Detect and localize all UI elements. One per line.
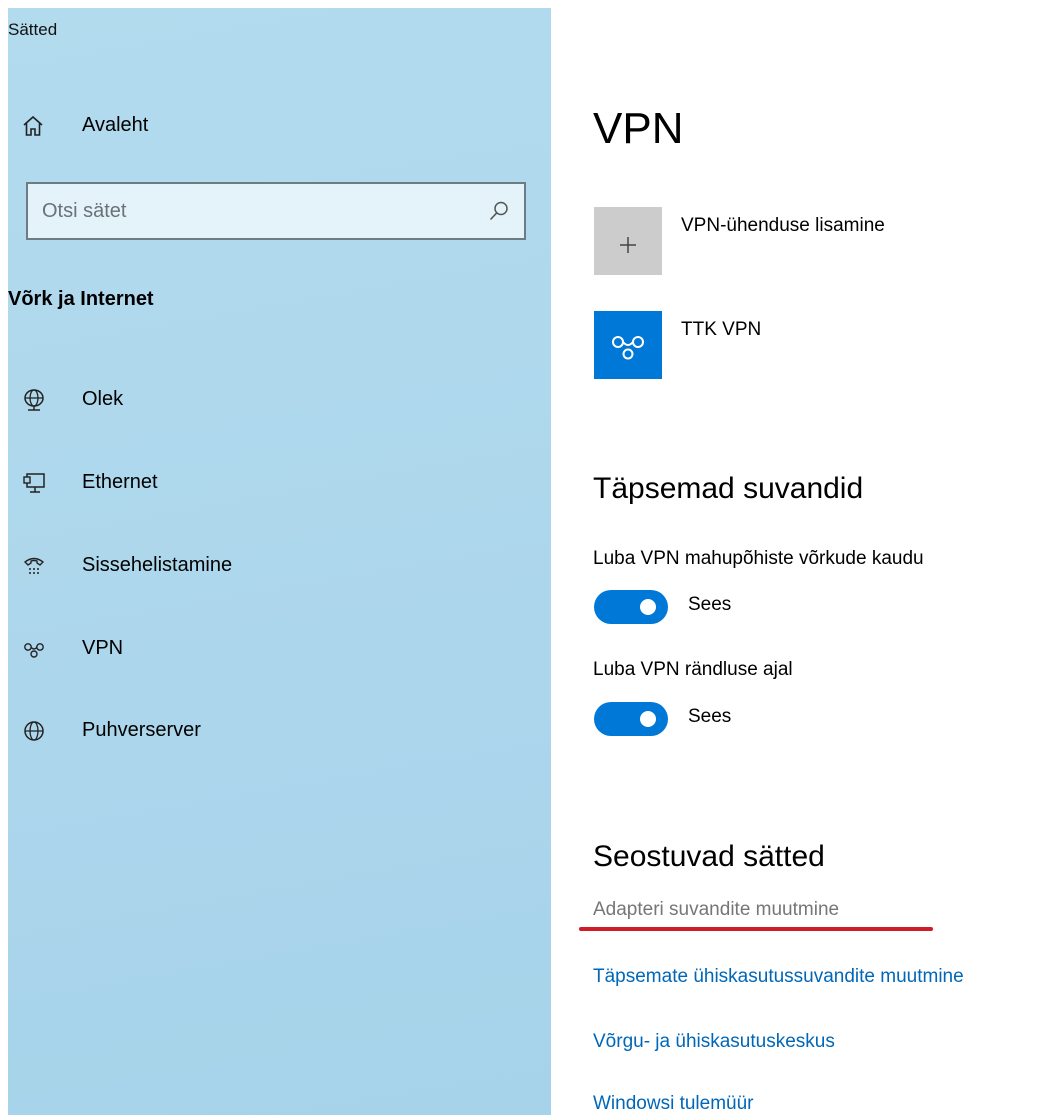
- app-title: Sätted: [8, 20, 58, 39]
- sidebar-item-ethernet[interactable]: Ethernet: [8, 461, 551, 505]
- toggle-switch[interactable]: [594, 590, 668, 624]
- sidebar-item-olek[interactable]: Olek: [8, 378, 551, 422]
- plus-icon: [620, 237, 636, 253]
- ethernet-icon: [23, 473, 45, 493]
- home-icon: [23, 115, 43, 136]
- sidebar-item-sissehelistamine[interactable]: Sissehelistamine: [8, 544, 551, 588]
- vpn-connection-name: TTK VPN: [681, 319, 762, 340]
- sidebar-item-label: Olek: [82, 388, 124, 410]
- dialup-icon: [23, 557, 45, 574]
- toggle-knob: [640, 711, 656, 727]
- home-label: Avaleht: [82, 114, 149, 136]
- related-settings-title: Seostuvad sätted: [593, 840, 825, 873]
- metered-toggle[interactable]: Sees: [593, 588, 893, 624]
- toggle-state: Sees: [688, 706, 732, 727]
- sidebar-item-label: VPN: [82, 637, 124, 659]
- sidebar-item-vpn[interactable]: VPN: [8, 627, 551, 671]
- sidebar-item-label: Puhverserver: [82, 719, 201, 741]
- highlight-underline: [579, 927, 933, 931]
- search-input[interactable]: Otsi sätet: [26, 182, 526, 240]
- home-nav-item[interactable]: Avaleht: [8, 106, 551, 146]
- vpn-icon: [24, 643, 44, 658]
- sidebar: Sätted Avaleht Otsi sätet Võrk ja Intern…: [8, 8, 551, 1115]
- search-icon[interactable]: [488, 200, 510, 222]
- toggle-state: Sees: [688, 594, 732, 615]
- globe-icon: [24, 721, 44, 741]
- add-vpn-label: VPN-ühenduse lisamine: [681, 215, 885, 236]
- add-vpn-button[interactable]: VPN-ühenduse lisamine: [593, 207, 1063, 279]
- page-title: VPN: [593, 104, 684, 153]
- add-vpn-tile: [594, 207, 662, 275]
- status-globe-icon: [24, 389, 44, 411]
- search-placeholder: Otsi sätet: [42, 200, 127, 222]
- firewall-link[interactable]: Windowsi tulemüür: [593, 1093, 754, 1115]
- roaming-option-label: Luba VPN rändluse ajal: [593, 659, 793, 680]
- vpn-icon: [612, 336, 644, 360]
- toggle-switch[interactable]: [594, 702, 668, 736]
- adapter-options-link[interactable]: Adapteri suvandite muutmine: [593, 899, 839, 921]
- sidebar-item-label: Sissehelistamine: [82, 554, 233, 576]
- vpn-connection-ttk[interactable]: TTK VPN: [593, 311, 1063, 383]
- vpn-connection-tile: [594, 311, 662, 379]
- sidebar-item-puhverserver[interactable]: Puhverserver: [8, 709, 551, 753]
- advanced-options-title: Täpsemad suvandid: [593, 472, 864, 505]
- sharing-options-link[interactable]: Täpsemate ühiskasutussuvandite muutmine: [593, 966, 964, 988]
- roaming-toggle[interactable]: Sees: [593, 700, 893, 736]
- toggle-knob: [640, 599, 656, 615]
- network-center-link[interactable]: Võrgu- ja ühiskasutuskeskus: [593, 1031, 835, 1053]
- metered-option-label: Luba VPN mahupõhiste võrkude kaudu: [593, 548, 924, 569]
- section-title: Võrk ja Internet: [8, 288, 154, 310]
- main-content: VPN VPN-ühenduse lisamine TTK VPN Täpsem…: [579, 0, 1063, 1115]
- sidebar-item-label: Ethernet: [82, 471, 158, 493]
